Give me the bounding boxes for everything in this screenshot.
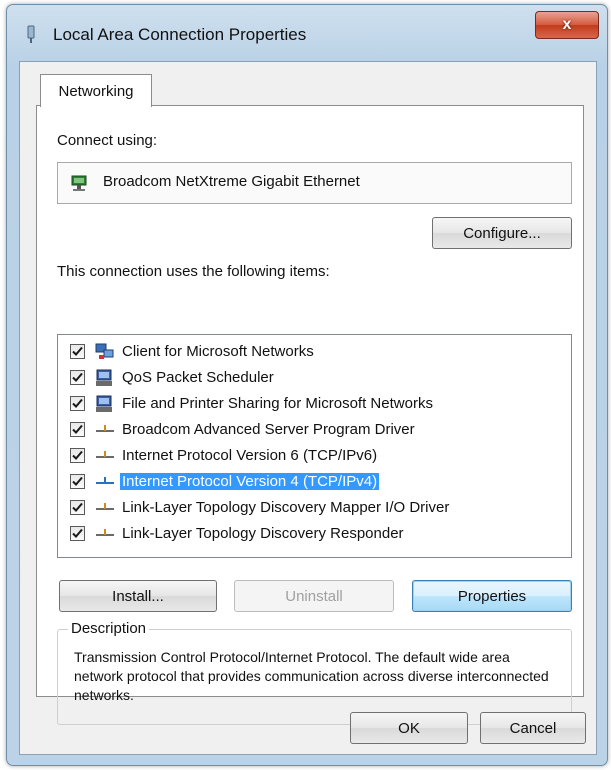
item-checkbox[interactable] <box>70 474 85 489</box>
items-label: This connection uses the following items… <box>57 263 330 280</box>
item-label: Internet Protocol Version 4 (TCP/IPv4) <box>120 473 380 490</box>
list-item-selected[interactable]: Internet Protocol Version 4 (TCP/IPv4) <box>58 469 571 495</box>
item-label: Internet Protocol Version 6 (TCP/IPv6) <box>122 447 378 464</box>
item-label: QoS Packet Scheduler <box>122 369 274 386</box>
list-item[interactable]: Client for Microsoft Networks <box>58 339 571 365</box>
dialog-window: Local Area Connection Properties x Netwo… <box>6 4 608 766</box>
network-adapter-icon <box>70 173 90 193</box>
item-label: Client for Microsoft Networks <box>122 343 314 360</box>
protocol-icon <box>94 420 116 440</box>
items-list[interactable]: Client for Microsoft Networks QoS Packet… <box>57 334 572 558</box>
item-label: Link-Layer Topology Discovery Mapper I/O… <box>122 499 450 516</box>
configure-button[interactable]: Configure... <box>432 217 572 249</box>
list-item[interactable]: File and Printer Sharing for Microsoft N… <box>58 391 571 417</box>
list-item[interactable]: Link-Layer Topology Discovery Responder <box>58 521 571 547</box>
description-text: Transmission Control Protocol/Internet P… <box>74 649 549 703</box>
item-checkbox[interactable] <box>70 344 85 359</box>
window-title: Local Area Connection Properties <box>53 25 307 44</box>
tab-networking[interactable]: Networking <box>40 74 152 107</box>
cancel-button[interactable]: Cancel <box>480 712 586 744</box>
item-label: File and Printer Sharing for Microsoft N… <box>122 395 433 412</box>
list-item[interactable]: QoS Packet Scheduler <box>58 365 571 391</box>
networking-panel: Connect using: Broadcom NetXtreme Gigabi… <box>36 105 584 725</box>
adapter-name: Broadcom NetXtreme Gigabit Ethernet <box>103 173 360 190</box>
network-service-icon <box>94 368 116 388</box>
item-label: Broadcom Advanced Server Program Driver <box>122 421 415 438</box>
uninstall-button[interactable]: Uninstall <box>234 580 394 612</box>
connect-using-label: Connect using: <box>57 132 158 149</box>
network-connection-icon <box>21 25 41 45</box>
item-label: Link-Layer Topology Discovery Responder <box>122 525 404 542</box>
description-group: Description Transmission Control Protoco… <box>57 620 572 725</box>
dialog-client-area: Networking Connect using: Broadcom NetXt… <box>19 61 597 755</box>
protocol-icon <box>94 524 116 544</box>
adapter-box: Broadcom NetXtreme Gigabit Ethernet <box>57 162 572 204</box>
protocol-icon <box>94 446 116 466</box>
item-checkbox[interactable] <box>70 422 85 437</box>
network-service-icon <box>94 394 116 414</box>
item-checkbox[interactable] <box>70 448 85 463</box>
list-item[interactable]: Link-Layer Topology Discovery Mapper I/O… <box>58 495 571 521</box>
ok-button[interactable]: OK <box>350 712 468 744</box>
close-icon: x <box>562 16 572 33</box>
item-checkbox[interactable] <box>70 396 85 411</box>
item-checkbox[interactable] <box>70 500 85 515</box>
install-button[interactable]: Install... <box>59 580 217 612</box>
protocol-icon <box>94 472 116 492</box>
list-item[interactable]: Broadcom Advanced Server Program Driver <box>58 417 571 443</box>
description-legend: Description <box>68 620 150 637</box>
properties-button[interactable]: Properties <box>412 580 572 612</box>
item-checkbox[interactable] <box>70 526 85 541</box>
network-client-icon <box>94 342 116 362</box>
title-bar[interactable]: Local Area Connection Properties x <box>7 5 607 61</box>
item-checkbox[interactable] <box>70 370 85 385</box>
close-button[interactable]: x <box>535 11 599 39</box>
protocol-icon <box>94 498 116 518</box>
list-item[interactable]: Internet Protocol Version 6 (TCP/IPv6) <box>58 443 571 469</box>
